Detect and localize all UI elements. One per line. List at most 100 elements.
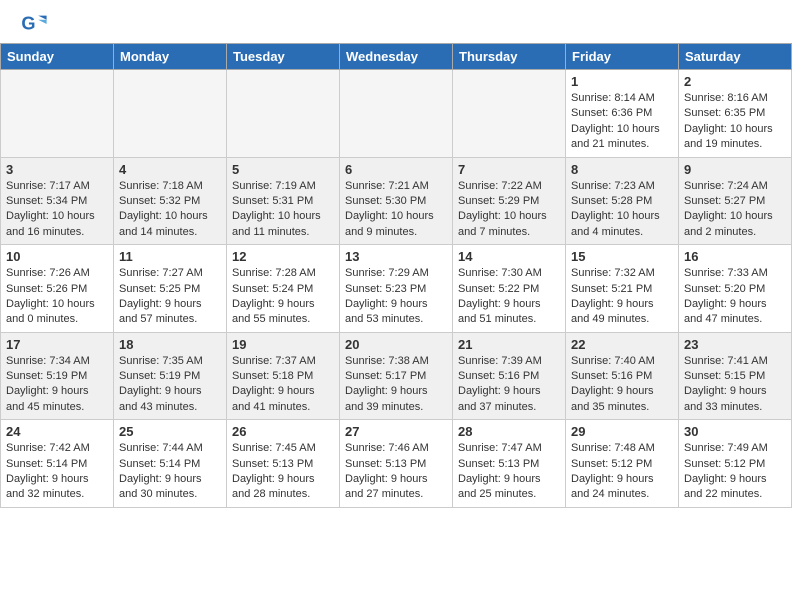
calendar-cell: 2 Sunrise: 8:16 AM Sunset: 6:35 PM Daylig… xyxy=(679,70,792,158)
weekday-header-tuesday: Tuesday xyxy=(227,44,340,70)
day-info: Sunrise: 7:27 AM Sunset: 5:25 PM Dayligh… xyxy=(119,266,221,328)
day-info: Sunrise: 7:17 AM Sunset: 5:34 PM Dayligh… xyxy=(6,179,108,241)
day-number: 28 xyxy=(458,424,560,439)
day-info: Sunrise: 7:21 AM Sunset: 5:30 PM Dayligh… xyxy=(345,179,447,241)
day-info: Sunrise: 7:30 AM Sunset: 5:22 PM Dayligh… xyxy=(458,266,560,328)
calendar-week-5: 24 Sunrise: 7:42 AM Sunset: 5:14 PM Dayli… xyxy=(1,420,792,508)
day-info: Sunrise: 7:34 AM Sunset: 5:19 PM Dayligh… xyxy=(6,354,108,416)
weekday-header-thursday: Thursday xyxy=(453,44,566,70)
logo: G xyxy=(20,10,52,38)
page-header: G xyxy=(0,0,792,43)
day-info: Sunrise: 7:40 AM Sunset: 5:16 PM Dayligh… xyxy=(571,354,673,416)
calendar-week-4: 17 Sunrise: 7:34 AM Sunset: 5:19 PM Dayli… xyxy=(1,332,792,420)
day-number: 25 xyxy=(119,424,221,439)
day-number: 30 xyxy=(684,424,786,439)
weekday-header-wednesday: Wednesday xyxy=(340,44,453,70)
day-number: 15 xyxy=(571,249,673,264)
day-number: 27 xyxy=(345,424,447,439)
day-number: 14 xyxy=(458,249,560,264)
calendar-cell xyxy=(340,70,453,158)
day-info: Sunrise: 7:18 AM Sunset: 5:32 PM Dayligh… xyxy=(119,179,221,241)
calendar-cell: 11 Sunrise: 7:27 AM Sunset: 5:25 PM Dayli… xyxy=(114,245,227,333)
calendar-cell xyxy=(453,70,566,158)
day-info: Sunrise: 7:24 AM Sunset: 5:27 PM Dayligh… xyxy=(684,179,786,241)
day-number: 21 xyxy=(458,337,560,352)
day-number: 5 xyxy=(232,162,334,177)
day-info: Sunrise: 7:49 AM Sunset: 5:12 PM Dayligh… xyxy=(684,441,786,503)
day-number: 13 xyxy=(345,249,447,264)
day-info: Sunrise: 7:19 AM Sunset: 5:31 PM Dayligh… xyxy=(232,179,334,241)
calendar-cell: 25 Sunrise: 7:44 AM Sunset: 5:14 PM Dayli… xyxy=(114,420,227,508)
day-number: 12 xyxy=(232,249,334,264)
day-number: 26 xyxy=(232,424,334,439)
calendar-week-1: 1 Sunrise: 8:14 AM Sunset: 6:36 PM Daylig… xyxy=(1,70,792,158)
day-info: Sunrise: 7:48 AM Sunset: 5:12 PM Dayligh… xyxy=(571,441,673,503)
day-number: 24 xyxy=(6,424,108,439)
day-info: Sunrise: 7:22 AM Sunset: 5:29 PM Dayligh… xyxy=(458,179,560,241)
calendar-cell: 18Sunrise: 7:35 AM Sunset: 5:19 PM Dayli… xyxy=(114,332,227,420)
day-info: Sunrise: 7:37 AM Sunset: 5:18 PM Dayligh… xyxy=(232,354,334,416)
calendar-cell: 19 Sunrise: 7:37 AM Sunset: 5:18 PM Dayli… xyxy=(227,332,340,420)
day-number: 3 xyxy=(6,162,108,177)
calendar-week-2: 3 Sunrise: 7:17 AM Sunset: 5:34 PM Daylig… xyxy=(1,157,792,245)
calendar-cell: 17 Sunrise: 7:34 AM Sunset: 5:19 PM Dayli… xyxy=(1,332,114,420)
day-number: 16 xyxy=(684,249,786,264)
weekday-header-saturday: Saturday xyxy=(679,44,792,70)
calendar-cell: 7 Sunrise: 7:22 AM Sunset: 5:29 PM Daylig… xyxy=(453,157,566,245)
day-info: Sunrise: 7:41 AM Sunset: 5:15 PM Dayligh… xyxy=(684,354,786,416)
day-number: 8 xyxy=(571,162,673,177)
day-number: 2 xyxy=(684,74,786,89)
day-number: 7 xyxy=(458,162,560,177)
calendar-cell: 9 Sunrise: 7:24 AM Sunset: 5:27 PM Daylig… xyxy=(679,157,792,245)
day-info: Sunrise: 7:29 AM Sunset: 5:23 PM Dayligh… xyxy=(345,266,447,328)
day-info: Sunrise: 7:42 AM Sunset: 5:14 PM Dayligh… xyxy=(6,441,108,503)
svg-text:G: G xyxy=(21,14,35,34)
day-number: 6 xyxy=(345,162,447,177)
calendar-cell xyxy=(227,70,340,158)
day-number: 19 xyxy=(232,337,334,352)
day-number: 29 xyxy=(571,424,673,439)
day-info: Sunrise: 7:47 AM Sunset: 5:13 PM Dayligh… xyxy=(458,441,560,503)
day-number: 22 xyxy=(571,337,673,352)
calendar-cell: 24 Sunrise: 7:42 AM Sunset: 5:14 PM Dayli… xyxy=(1,420,114,508)
calendar-cell: 30 Sunrise: 7:49 AM Sunset: 5:12 PM Dayli… xyxy=(679,420,792,508)
weekday-header-friday: Friday xyxy=(566,44,679,70)
day-info: Sunrise: 7:38 AM Sunset: 5:17 PM Dayligh… xyxy=(345,354,447,416)
calendar-cell: 20 Sunrise: 7:38 AM Sunset: 5:17 PM Dayli… xyxy=(340,332,453,420)
logo-icon: G xyxy=(20,10,48,38)
day-number: 10 xyxy=(6,249,108,264)
weekday-header-monday: Monday xyxy=(114,44,227,70)
calendar-week-3: 10 Sunrise: 7:26 AM Sunset: 5:26 PM Dayli… xyxy=(1,245,792,333)
calendar-cell: 12Sunrise: 7:28 AM Sunset: 5:24 PM Dayli… xyxy=(227,245,340,333)
day-number: 23 xyxy=(684,337,786,352)
day-number: 11 xyxy=(119,249,221,264)
calendar-cell: 3 Sunrise: 7:17 AM Sunset: 5:34 PM Daylig… xyxy=(1,157,114,245)
calendar-cell: 1 Sunrise: 8:14 AM Sunset: 6:36 PM Daylig… xyxy=(566,70,679,158)
day-number: 9 xyxy=(684,162,786,177)
day-info: Sunrise: 8:16 AM Sunset: 6:35 PM Dayligh… xyxy=(684,91,786,153)
calendar-cell: 23 Sunrise: 7:41 AM Sunset: 5:15 PM Dayli… xyxy=(679,332,792,420)
weekday-header-sunday: Sunday xyxy=(1,44,114,70)
day-number: 1 xyxy=(571,74,673,89)
calendar-cell: 16 Sunrise: 7:33 AM Sunset: 5:20 PM Dayli… xyxy=(679,245,792,333)
calendar-table: SundayMondayTuesdayWednesdayThursdayFrid… xyxy=(0,43,792,508)
day-number: 20 xyxy=(345,337,447,352)
day-info: Sunrise: 8:14 AM Sunset: 6:36 PM Dayligh… xyxy=(571,91,673,153)
day-info: Sunrise: 7:23 AM Sunset: 5:28 PM Dayligh… xyxy=(571,179,673,241)
calendar-cell: 10 Sunrise: 7:26 AM Sunset: 5:26 PM Dayli… xyxy=(1,245,114,333)
day-info: Sunrise: 7:39 AM Sunset: 5:16 PM Dayligh… xyxy=(458,354,560,416)
calendar-body: 1 Sunrise: 8:14 AM Sunset: 6:36 PM Daylig… xyxy=(1,70,792,508)
day-number: 17 xyxy=(6,337,108,352)
day-info: Sunrise: 7:44 AM Sunset: 5:14 PM Dayligh… xyxy=(119,441,221,503)
calendar-cell: 22 Sunrise: 7:40 AM Sunset: 5:16 PM Dayli… xyxy=(566,332,679,420)
calendar-cell: 8 Sunrise: 7:23 AM Sunset: 5:28 PM Daylig… xyxy=(566,157,679,245)
calendar-cell: 15 Sunrise: 7:32 AM Sunset: 5:21 PM Dayli… xyxy=(566,245,679,333)
weekday-header-row: SundayMondayTuesdayWednesdayThursdayFrid… xyxy=(1,44,792,70)
day-info: Sunrise: 7:46 AM Sunset: 5:13 PM Dayligh… xyxy=(345,441,447,503)
day-info: Sunrise: 7:32 AM Sunset: 5:21 PM Dayligh… xyxy=(571,266,673,328)
day-info: Sunrise: 7:26 AM Sunset: 5:26 PM Dayligh… xyxy=(6,266,108,328)
calendar-cell: 21 Sunrise: 7:39 AM Sunset: 5:16 PM Dayli… xyxy=(453,332,566,420)
calendar-cell: 13 Sunrise: 7:29 AM Sunset: 5:23 PM Dayli… xyxy=(340,245,453,333)
day-number: 18 xyxy=(119,337,221,352)
day-info: Sunrise: 7:33 AM Sunset: 5:20 PM Dayligh… xyxy=(684,266,786,328)
